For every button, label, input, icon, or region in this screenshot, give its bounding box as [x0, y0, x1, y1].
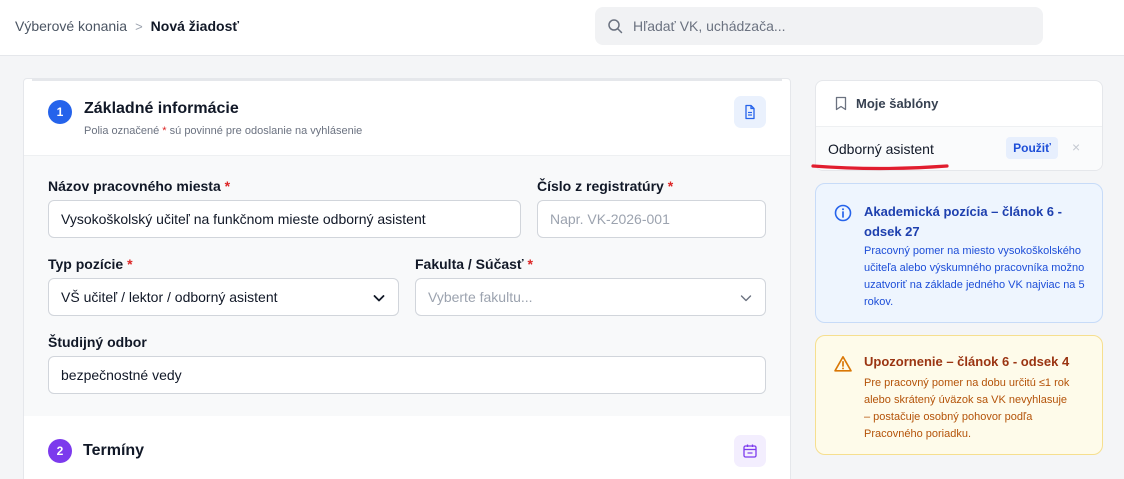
document-icon-button[interactable] — [734, 96, 766, 128]
templates-panel: Moje šablóny Odborný asistent Použiť × — [815, 80, 1103, 171]
chevron-right-icon: > — [135, 18, 143, 34]
info-title: Akademická pozícia – článok 6 - odsek 27 — [864, 204, 1062, 239]
study-field-input[interactable]: bezpečnostné vedy — [48, 356, 766, 394]
search-icon — [608, 19, 623, 34]
position-name-label: Názov pracovného miesta * — [48, 178, 231, 194]
info-callout: Akademická pozícia – článok 6 - odsek 27… — [815, 183, 1103, 323]
faculty-select[interactable]: Vyberte fakultu... — [415, 278, 766, 316]
breadcrumb: Výberové konania > Nová žiadosť — [15, 18, 239, 34]
search-input[interactable] — [633, 18, 1013, 34]
section-title: Základné informácie — [84, 100, 239, 117]
section-basic-info-form: Názov pracovného miesta * Vysokoškolský … — [24, 156, 790, 416]
templates-title: Moje šablóny — [856, 96, 939, 111]
position-type-label: Typ pozície * — [48, 256, 133, 272]
template-name: Odborný asistent — [828, 141, 934, 157]
search-box[interactable] — [595, 7, 1043, 45]
info-body: Pracovný pomer na miesto vysokoškolského… — [864, 245, 1085, 308]
document-icon — [745, 104, 755, 120]
warning-title: Upozornenie – článok 6 - odsek 4 — [864, 354, 1070, 369]
step-number-badge: 2 — [48, 439, 72, 463]
step-number-badge: 1 — [48, 100, 72, 124]
faculty-placeholder: Vyberte fakultu... — [428, 289, 533, 305]
breadcrumb-parent-link[interactable]: Výberové konania — [15, 18, 127, 34]
section-terms-header: 2 Termíny — [24, 416, 790, 479]
registry-number-label: Číslo z registratúry * — [537, 178, 674, 194]
faculty-label: Fakulta / Súčasť * — [415, 256, 533, 272]
section-title: Termíny — [83, 442, 145, 459]
position-type-select[interactable]: VŠ učiteľ / lektor / odborný asistent — [48, 278, 399, 316]
position-type-value: VŠ učiteľ / lektor / odborný asistent — [61, 289, 278, 305]
section-basic-info-header: 1 Základné informácie Polia označené * s… — [24, 82, 790, 156]
use-template-button[interactable]: Použiť — [1006, 137, 1058, 159]
bookmark-icon — [835, 96, 847, 111]
registry-number-input[interactable]: Napr. VK-2026-001 — [537, 200, 766, 238]
red-underline-annotation — [811, 164, 949, 171]
warning-icon — [834, 356, 852, 372]
study-field-label: Študijný odbor — [48, 334, 147, 350]
calendar-icon — [743, 444, 757, 458]
templates-header: Moje šablóny — [816, 81, 1102, 127]
chevron-down-icon — [373, 295, 385, 302]
breadcrumb-current: Nová žiadosť — [150, 18, 240, 34]
divider — [32, 79, 782, 81]
section-subtitle: Polia označené * sú povinné pre odoslani… — [84, 125, 363, 137]
close-icon[interactable]: × — [1072, 139, 1080, 155]
chevron-down-icon — [740, 295, 752, 302]
position-name-input[interactable]: Vysokoškolský učiteľ na funkčnom mieste … — [48, 200, 521, 238]
warning-body: Pre pracovný pomer na dobu určitú ≤1 rok… — [864, 377, 1070, 440]
info-icon — [834, 204, 852, 222]
top-bar: Výberové konania > Nová žiadosť — [0, 0, 1124, 56]
warning-callout: Upozornenie – článok 6 - odsek 4 Pre pra… — [815, 335, 1103, 455]
calendar-icon-button[interactable] — [734, 435, 766, 467]
